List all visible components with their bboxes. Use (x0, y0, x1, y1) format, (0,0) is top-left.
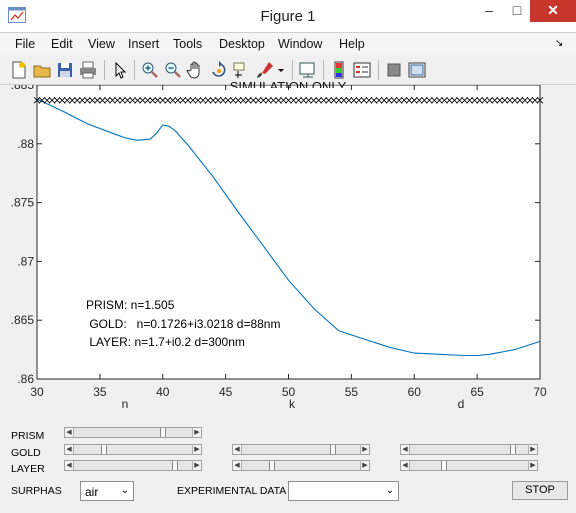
legend-icon[interactable] (352, 60, 372, 80)
x-tick-label: 45 (219, 385, 233, 399)
open-file-icon[interactable] (32, 60, 52, 80)
x-axis-label: k (289, 397, 296, 411)
slider-right-arrow-icon[interactable]: ▶ (192, 445, 201, 454)
surphas-dropdown[interactable]: air ⌄ (80, 481, 134, 501)
gold-n-slider[interactable]: ◀ ▶ (64, 444, 202, 455)
slider-left-arrow-icon[interactable]: ◀ (65, 445, 74, 454)
x-tick-label: 40 (156, 385, 170, 399)
dock-arrow-icon[interactable]: ↘ (555, 38, 563, 49)
layer-d-slider[interactable]: ◀ ▶ (400, 460, 538, 471)
slider-thumb[interactable] (101, 445, 107, 454)
plot-area[interactable]: .885.88.875.87.865.8630 35 40 45 50 55 60 65 70n… (0, 85, 576, 415)
slider-left-arrow-icon[interactable]: ◀ (401, 461, 410, 470)
stop-button[interactable]: STOP (512, 481, 568, 500)
brush-icon[interactable] (255, 60, 275, 80)
close-button[interactable]: ✕ (530, 0, 576, 22)
slider-thumb[interactable] (441, 461, 447, 470)
y-tick-label: .88 (17, 137, 34, 151)
menu-insert[interactable]: Insert (128, 37, 159, 51)
maximize-button[interactable]: □ (502, 0, 532, 22)
colorbar-icon[interactable] (329, 60, 349, 80)
annotation-layer: LAYER: n=1.7+i0.2 d=300nm (86, 335, 245, 349)
pan-icon[interactable] (186, 60, 206, 80)
x-tick-label: 30 (30, 385, 44, 399)
annotation-gold: GOLD: n=0.1726+i3.0218 d=88nm (86, 317, 281, 331)
slider-left-arrow-icon[interactable]: ◀ (401, 445, 410, 454)
menu-view[interactable]: View (88, 37, 115, 51)
y-tick-label: .86 (17, 372, 34, 386)
show-plot-tools-icon[interactable] (407, 60, 427, 80)
x-tick-label: 60 (408, 385, 422, 399)
rotate-icon[interactable] (209, 60, 229, 80)
x-tick-label: 65 (470, 385, 484, 399)
prism-label: PRISM (11, 430, 45, 440)
toolbar-separator (323, 60, 324, 80)
menu-edit[interactable]: Edit (51, 37, 73, 51)
annotation-prism: PRISM: n=1.505 (86, 298, 175, 312)
toolbar-separator (134, 60, 135, 80)
zoom-out-icon[interactable] (163, 60, 183, 80)
x-tick-label: 55 (345, 385, 359, 399)
toolbar-separator (378, 60, 379, 80)
slider-thumb[interactable] (330, 445, 336, 454)
slider-left-arrow-icon[interactable]: ◀ (65, 461, 74, 470)
slider-right-arrow-icon[interactable]: ▶ (528, 461, 537, 470)
axes-title: SIMULATION ONLY (229, 79, 347, 88)
slider-thumb[interactable] (510, 445, 516, 454)
link-plot-icon[interactable] (298, 60, 318, 80)
experimental-data-label: EXPERIMENTAL DATA (177, 485, 287, 495)
x-tick-label: 70 (533, 385, 547, 399)
data-cursor-icon[interactable] (232, 60, 252, 80)
pointer-icon[interactable] (110, 60, 130, 80)
slider-right-arrow-icon[interactable]: ▶ (192, 428, 201, 437)
slider-right-arrow-icon[interactable]: ▶ (360, 445, 369, 454)
layer-label: LAYER (11, 463, 45, 473)
minimize-button[interactable]: – (474, 0, 504, 22)
brush-dropdown-icon[interactable] (276, 60, 286, 80)
x-tick-label: 35 (93, 385, 107, 399)
surphas-label: SURPHAS (11, 485, 62, 495)
y-tick-label: .865 (11, 313, 35, 327)
chevron-down-icon[interactable]: ⌄ (382, 482, 398, 500)
y-tick-label: .885 (11, 85, 35, 92)
slider-left-arrow-icon[interactable]: ◀ (65, 428, 74, 437)
slider-thumb[interactable] (160, 428, 166, 437)
toolbar-separator (104, 60, 105, 80)
title-bar: Figure 1 – □ ✕ (0, 0, 576, 33)
slider-right-arrow-icon[interactable]: ▶ (192, 461, 201, 470)
gold-d-slider[interactable]: ◀ ▶ (400, 444, 538, 455)
layer-k-slider[interactable]: ◀ ▶ (232, 460, 370, 471)
slider-right-arrow-icon[interactable]: ▶ (528, 445, 537, 454)
menu-desktop[interactable]: Desktop (219, 37, 265, 51)
save-icon[interactable] (55, 60, 75, 80)
print-icon[interactable] (78, 60, 98, 80)
toolbar-separator (292, 60, 293, 80)
hide-plot-tools-icon[interactable] (384, 60, 404, 80)
chevron-down-icon[interactable]: ⌄ (117, 482, 133, 500)
menu-window[interactable]: Window (278, 37, 322, 51)
slider-right-arrow-icon[interactable]: ▶ (360, 461, 369, 470)
x-axis-label: n (122, 397, 129, 411)
surphas-value: air (85, 485, 99, 499)
slider-left-arrow-icon[interactable]: ◀ (233, 461, 242, 470)
gold-label: GOLD (11, 447, 41, 457)
prism-n-slider[interactable]: ◀ ▶ (64, 427, 202, 438)
menu-help[interactable]: Help (339, 37, 365, 51)
menu-tools[interactable]: Tools (173, 37, 202, 51)
y-tick-label: .87 (17, 254, 34, 268)
slider-thumb[interactable] (269, 461, 275, 470)
x-axis-label: d (458, 397, 465, 411)
layer-n-slider[interactable]: ◀ ▶ (64, 460, 202, 471)
experimental-data-dropdown[interactable]: ⌄ (288, 481, 399, 501)
menu-bar: File Edit View Insert Tools Desktop Wind… (0, 33, 576, 55)
gold-k-slider[interactable]: ◀ ▶ (232, 444, 370, 455)
zoom-in-icon[interactable] (140, 60, 160, 80)
slider-left-arrow-icon[interactable]: ◀ (233, 445, 242, 454)
new-figure-icon[interactable] (9, 60, 29, 80)
y-tick-label: .875 (11, 196, 35, 210)
menu-file[interactable]: File (15, 37, 35, 51)
slider-thumb[interactable] (172, 461, 178, 470)
